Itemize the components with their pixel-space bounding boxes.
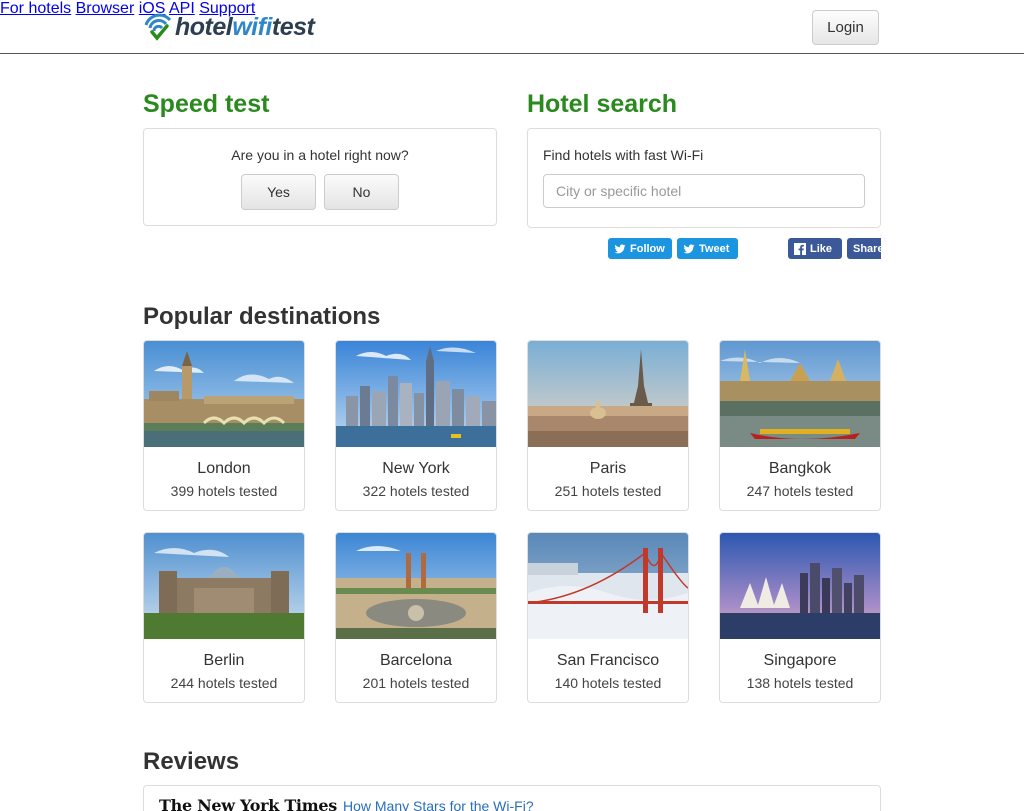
site-logo[interactable]: hotelwifitest — [143, 10, 315, 44]
city-name: Singapore — [763, 652, 837, 669]
speed-test-panel: Are you in a hotel right now? Yes No — [143, 128, 497, 226]
twitter-bird-icon — [683, 244, 695, 253]
london-photo — [144, 341, 304, 447]
city-name: San Francisco — [556, 652, 660, 669]
nav-link-for-hotels[interactable]: For hotels — [0, 0, 71, 17]
city-name: New York — [382, 460, 450, 477]
reviews-title: Reviews — [143, 748, 240, 775]
twitter-tweet-button[interactable]: Tweet — [677, 238, 738, 259]
like-label: Like — [810, 242, 833, 255]
login-button[interactable]: Login — [812, 10, 879, 45]
hotels-tested-count: 322 hotels tested — [362, 483, 470, 499]
search-label: Find hotels with fast Wi-Fi — [543, 147, 704, 163]
share-label: Share — [853, 242, 881, 255]
barcelona-photo — [336, 533, 496, 639]
hotel-search-title: Hotel search — [527, 90, 678, 118]
destination-card-paris[interactable]: Paris 251 hotels tested — [527, 340, 689, 511]
nyt-logo: The New York Times — [159, 796, 337, 811]
bangkok-photo — [720, 341, 880, 447]
destination-card-barcelona[interactable]: Barcelona 201 hotels tested — [335, 532, 497, 703]
hotel-question: Are you in a hotel right now? — [231, 147, 409, 163]
hotels-tested-count: 247 hotels tested — [746, 483, 854, 499]
hotels-tested-count: 244 hotels tested — [170, 675, 278, 691]
twitter-bird-icon — [614, 244, 626, 253]
no-button[interactable]: No — [324, 174, 399, 210]
hotels-tested-count: 138 hotels tested — [746, 675, 854, 691]
destination-card-london[interactable]: London 399 hotels tested — [143, 340, 305, 511]
hotel-search-input[interactable] — [543, 174, 865, 208]
paris-photo — [528, 341, 688, 447]
hotels-tested-count: 251 hotels tested — [554, 483, 662, 499]
facebook-f-icon — [794, 242, 806, 255]
review-link[interactable]: How Many Stars for the Wi-Fi? — [343, 798, 534, 811]
wifi-check-icon — [144, 13, 172, 41]
city-name: Berlin — [203, 652, 245, 669]
yes-button[interactable]: Yes — [241, 174, 316, 210]
facebook-share-button[interactable]: Share — [847, 238, 881, 259]
city-name: Bangkok — [768, 460, 832, 477]
popular-destinations-title: Popular destinations — [143, 303, 381, 330]
follow-label: Follow — [630, 242, 665, 255]
city-name: Barcelona — [379, 652, 453, 669]
destination-card-bangkok[interactable]: Bangkok 247 hotels tested — [719, 340, 881, 511]
destination-card-berlin[interactable]: Berlin 244 hotels tested — [143, 532, 305, 703]
logo-wordmark: hotelwifitest — [175, 12, 315, 41]
nav-link-browser[interactable]: Browser — [76, 0, 135, 17]
hotels-tested-count: 140 hotels tested — [554, 675, 662, 691]
berlin-photo — [144, 533, 304, 639]
singapore-photo — [720, 533, 880, 639]
city-name: London — [197, 460, 251, 477]
destination-card-san-francisco[interactable]: San Francisco 140 hotels tested — [527, 532, 689, 703]
new-york-photo — [336, 341, 496, 447]
twitter-follow-button[interactable]: Follow — [608, 238, 672, 259]
facebook-like-button[interactable]: Like — [788, 238, 842, 259]
top-navbar: hotelwifitest For hotels Browser iOS API… — [0, 0, 1024, 54]
review-item: The New York Times How Many Stars for th… — [143, 785, 881, 811]
city-name: Paris — [589, 460, 627, 477]
destination-card-singapore[interactable]: Singapore 138 hotels tested — [719, 532, 881, 703]
speed-test-title: Speed test — [143, 90, 270, 118]
san-francisco-photo — [528, 533, 688, 639]
facebook-widgets: Like Share — [788, 238, 881, 259]
hotels-tested-count: 399 hotels tested — [170, 483, 278, 499]
hotel-search-panel: Find hotels with fast Wi-Fi — [527, 128, 881, 228]
destination-card-new-york[interactable]: New York 322 hotels tested — [335, 340, 497, 511]
tweet-label: Tweet — [699, 242, 730, 255]
hotels-tested-count: 201 hotels tested — [362, 675, 470, 691]
